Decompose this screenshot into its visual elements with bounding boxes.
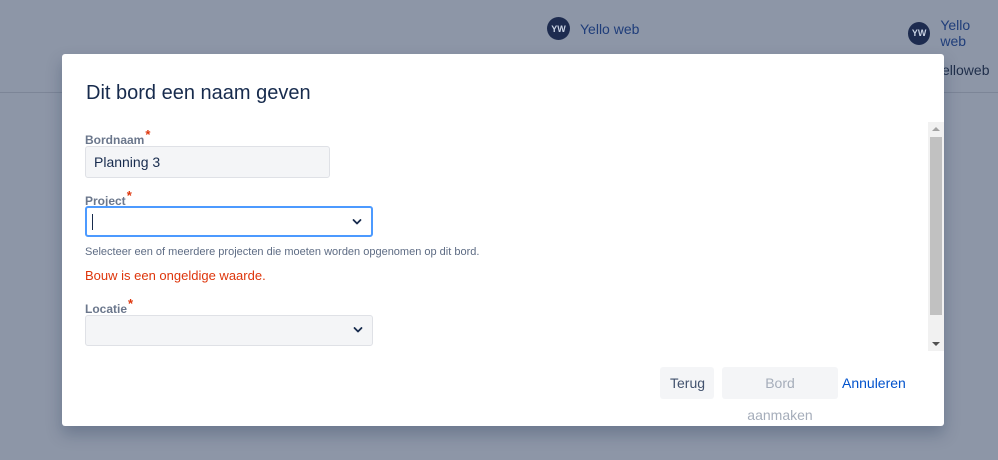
project-error-message: Bouw is een ongeldige waarde.: [85, 268, 266, 283]
scrollbar-thumb[interactable]: [930, 137, 942, 315]
cancel-button[interactable]: Annuleren: [842, 367, 906, 399]
dialog-scrollbar[interactable]: [928, 122, 944, 351]
required-mark: *: [126, 188, 132, 203]
scroll-down-icon[interactable]: [928, 337, 944, 351]
chevron-down-icon: [353, 327, 363, 333]
board-name-input[interactable]: Planning 3: [85, 146, 330, 178]
project-help-text: Selecteer een of meerdere projecten die …: [85, 246, 480, 258]
dialog-title: Dit bord een naam geven: [86, 82, 311, 104]
location-label: Locatie*: [85, 296, 134, 316]
back-button[interactable]: Terug: [660, 367, 714, 399]
create-board-button[interactable]: Bord aanmaken: [722, 367, 838, 423]
scroll-up-icon[interactable]: [928, 122, 944, 136]
required-mark: *: [145, 127, 151, 142]
dialog-body: Bordnaam* Planning 3 Project* Selecteer …: [62, 122, 944, 350]
avatar: YW: [547, 17, 570, 40]
location-select[interactable]: [85, 315, 373, 346]
user-name: Yello web: [940, 17, 971, 49]
background-user-2: YW Yello web: [908, 17, 998, 49]
background-user-1: YW Yello web: [547, 17, 639, 40]
project-select[interactable]: [85, 206, 373, 237]
background-partial-label: elloweb: [942, 62, 990, 78]
chevron-down-icon: [352, 219, 362, 225]
user-name: Yello web: [580, 20, 640, 37]
text-caret: [92, 214, 93, 230]
board-name-label: Bordnaam*: [85, 127, 151, 147]
avatar: YW: [908, 21, 931, 45]
create-board-dialog: Dit bord een naam geven Bordnaam* Planni…: [62, 54, 944, 426]
required-mark: *: [128, 296, 134, 311]
